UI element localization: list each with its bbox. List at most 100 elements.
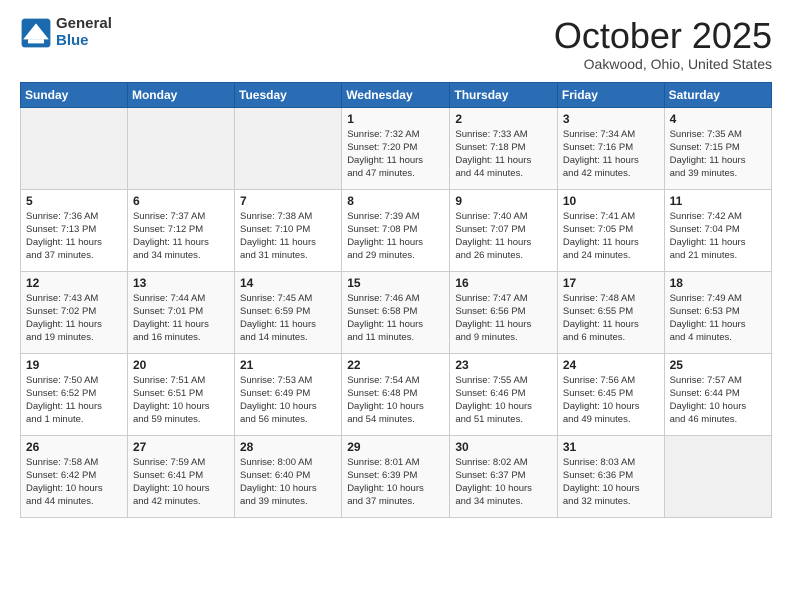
calendar-cell: 5Sunrise: 7:36 AM Sunset: 7:13 PM Daylig… [21,189,128,271]
day-number: 1 [347,112,444,126]
day-info: Sunrise: 7:38 AM Sunset: 7:10 PM Dayligh… [240,210,336,263]
day-info: Sunrise: 7:56 AM Sunset: 6:45 PM Dayligh… [563,374,659,427]
week-row-3: 12Sunrise: 7:43 AM Sunset: 7:02 PM Dayli… [21,271,772,353]
day-number: 3 [563,112,659,126]
calendar-cell: 26Sunrise: 7:58 AM Sunset: 6:42 PM Dayli… [21,435,128,517]
day-number: 10 [563,194,659,208]
calendar-cell: 2 Sunrise: 7:33 AM Sunset: 7:18 PM Daylig… [450,107,558,189]
calendar-cell: 1 Sunrise: 7:32 AM Sunset: 7:20 PM Daylig… [342,107,450,189]
weekday-sunday: Sunday [21,82,128,107]
day-info: Sunrise: 7:42 AM Sunset: 7:04 PM Dayligh… [670,210,766,263]
weekday-wednesday: Wednesday [342,82,450,107]
day-number: 23 [455,358,552,372]
day-number: 11 [670,194,766,208]
weekday-friday: Friday [557,82,664,107]
calendar-cell: 7 Sunrise: 7:38 AM Sunset: 7:10 PM Daylig… [235,189,342,271]
day-number: 22 [347,358,444,372]
calendar-cell: 16Sunrise: 7:47 AM Sunset: 6:56 PM Dayli… [450,271,558,353]
logo-icon [20,17,52,49]
calendar-cell: 31Sunrise: 8:03 AM Sunset: 6:36 PM Dayli… [557,435,664,517]
calendar-cell: 13 Sunrise: 7:44 AM Sunset: 7:01 PM Dayli… [127,271,234,353]
title-location: Oakwood, Ohio, United States [554,56,772,72]
day-info: Sunrise: 7:33 AM Sunset: 7:18 PM Dayligh… [455,128,552,181]
day-number: 24 [563,358,659,372]
title-month: October 2025 [554,16,772,56]
calendar-cell: 11 Sunrise: 7:42 AM Sunset: 7:04 PM Dayli… [664,189,771,271]
weekday-header-row: SundayMondayTuesdayWednesdayThursdayFrid… [21,82,772,107]
header: General Blue October 2025 Oakwood, Ohio,… [20,16,772,72]
week-row-4: 19 Sunrise: 7:50 AM Sunset: 6:52 PM Dayli… [21,353,772,435]
day-info: Sunrise: 7:44 AM Sunset: 7:01 PM Dayligh… [133,292,229,345]
day-number: 28 [240,440,336,454]
day-number: 25 [670,358,766,372]
weekday-tuesday: Tuesday [235,82,342,107]
day-number: 27 [133,440,229,454]
day-info: Sunrise: 7:32 AM Sunset: 7:20 PM Dayligh… [347,128,444,181]
day-number: 5 [26,194,122,208]
day-info: Sunrise: 7:48 AM Sunset: 6:55 PM Dayligh… [563,292,659,345]
day-number: 16 [455,276,552,290]
calendar-table: SundayMondayTuesdayWednesdayThursdayFrid… [20,82,772,518]
logo-text: General Blue [56,16,112,49]
day-info: Sunrise: 8:03 AM Sunset: 6:36 PM Dayligh… [563,456,659,509]
day-number: 19 [26,358,122,372]
day-number: 2 [455,112,552,126]
calendar-cell: 3 Sunrise: 7:34 AM Sunset: 7:16 PM Daylig… [557,107,664,189]
day-number: 20 [133,358,229,372]
day-info: Sunrise: 8:02 AM Sunset: 6:37 PM Dayligh… [455,456,552,509]
week-row-2: 5Sunrise: 7:36 AM Sunset: 7:13 PM Daylig… [21,189,772,271]
calendar-cell: 30 Sunrise: 8:02 AM Sunset: 6:37 PM Dayli… [450,435,558,517]
calendar-cell [127,107,234,189]
weekday-saturday: Saturday [664,82,771,107]
day-info: Sunrise: 7:34 AM Sunset: 7:16 PM Dayligh… [563,128,659,181]
day-info: Sunrise: 7:49 AM Sunset: 6:53 PM Dayligh… [670,292,766,345]
day-number: 17 [563,276,659,290]
calendar-cell: 14Sunrise: 7:45 AM Sunset: 6:59 PM Dayli… [235,271,342,353]
day-info: Sunrise: 7:40 AM Sunset: 7:07 PM Dayligh… [455,210,552,263]
day-number: 29 [347,440,444,454]
day-number: 15 [347,276,444,290]
calendar-cell: 21Sunrise: 7:53 AM Sunset: 6:49 PM Dayli… [235,353,342,435]
calendar-cell: 9 Sunrise: 7:40 AM Sunset: 7:07 PM Daylig… [450,189,558,271]
calendar-cell [21,107,128,189]
day-number: 30 [455,440,552,454]
day-info: Sunrise: 7:50 AM Sunset: 6:52 PM Dayligh… [26,374,122,427]
calendar-cell: 17 Sunrise: 7:48 AM Sunset: 6:55 PM Dayli… [557,271,664,353]
calendar-cell: 8 Sunrise: 7:39 AM Sunset: 7:08 PM Daylig… [342,189,450,271]
day-info: Sunrise: 7:55 AM Sunset: 6:46 PM Dayligh… [455,374,552,427]
weekday-thursday: Thursday [450,82,558,107]
day-info: Sunrise: 7:39 AM Sunset: 7:08 PM Dayligh… [347,210,444,263]
day-info: Sunrise: 7:35 AM Sunset: 7:15 PM Dayligh… [670,128,766,181]
calendar-cell: 19 Sunrise: 7:50 AM Sunset: 6:52 PM Dayli… [21,353,128,435]
day-info: Sunrise: 7:58 AM Sunset: 6:42 PM Dayligh… [26,456,122,509]
calendar-cell [664,435,771,517]
day-number: 13 [133,276,229,290]
calendar-cell: 23 Sunrise: 7:55 AM Sunset: 6:46 PM Dayli… [450,353,558,435]
calendar-cell [235,107,342,189]
day-number: 7 [240,194,336,208]
day-number: 4 [670,112,766,126]
day-info: Sunrise: 7:37 AM Sunset: 7:12 PM Dayligh… [133,210,229,263]
logo-blue: Blue [56,33,112,50]
calendar-cell: 18 Sunrise: 7:49 AM Sunset: 6:53 PM Dayli… [664,271,771,353]
calendar-cell: 6Sunrise: 7:37 AM Sunset: 7:12 PM Daylig… [127,189,234,271]
page: General Blue October 2025 Oakwood, Ohio,… [0,0,792,612]
calendar-cell: 24 Sunrise: 7:56 AM Sunset: 6:45 PM Dayli… [557,353,664,435]
day-info: Sunrise: 7:54 AM Sunset: 6:48 PM Dayligh… [347,374,444,427]
day-info: Sunrise: 7:57 AM Sunset: 6:44 PM Dayligh… [670,374,766,427]
day-number: 9 [455,194,552,208]
day-number: 18 [670,276,766,290]
calendar-cell: 10 Sunrise: 7:41 AM Sunset: 7:05 PM Dayli… [557,189,664,271]
calendar-cell: 29Sunrise: 8:01 AM Sunset: 6:39 PM Dayli… [342,435,450,517]
calendar-cell: 25 Sunrise: 7:57 AM Sunset: 6:44 PM Dayli… [664,353,771,435]
week-row-5: 26Sunrise: 7:58 AM Sunset: 6:42 PM Dayli… [21,435,772,517]
logo-general: General [56,16,112,33]
day-number: 8 [347,194,444,208]
day-info: Sunrise: 7:41 AM Sunset: 7:05 PM Dayligh… [563,210,659,263]
week-row-1: 1 Sunrise: 7:32 AM Sunset: 7:20 PM Daylig… [21,107,772,189]
weekday-monday: Monday [127,82,234,107]
day-info: Sunrise: 7:59 AM Sunset: 6:41 PM Dayligh… [133,456,229,509]
calendar-cell: 22 Sunrise: 7:54 AM Sunset: 6:48 PM Dayli… [342,353,450,435]
day-info: Sunrise: 7:45 AM Sunset: 6:59 PM Dayligh… [240,292,336,345]
logo: General Blue [20,16,112,49]
